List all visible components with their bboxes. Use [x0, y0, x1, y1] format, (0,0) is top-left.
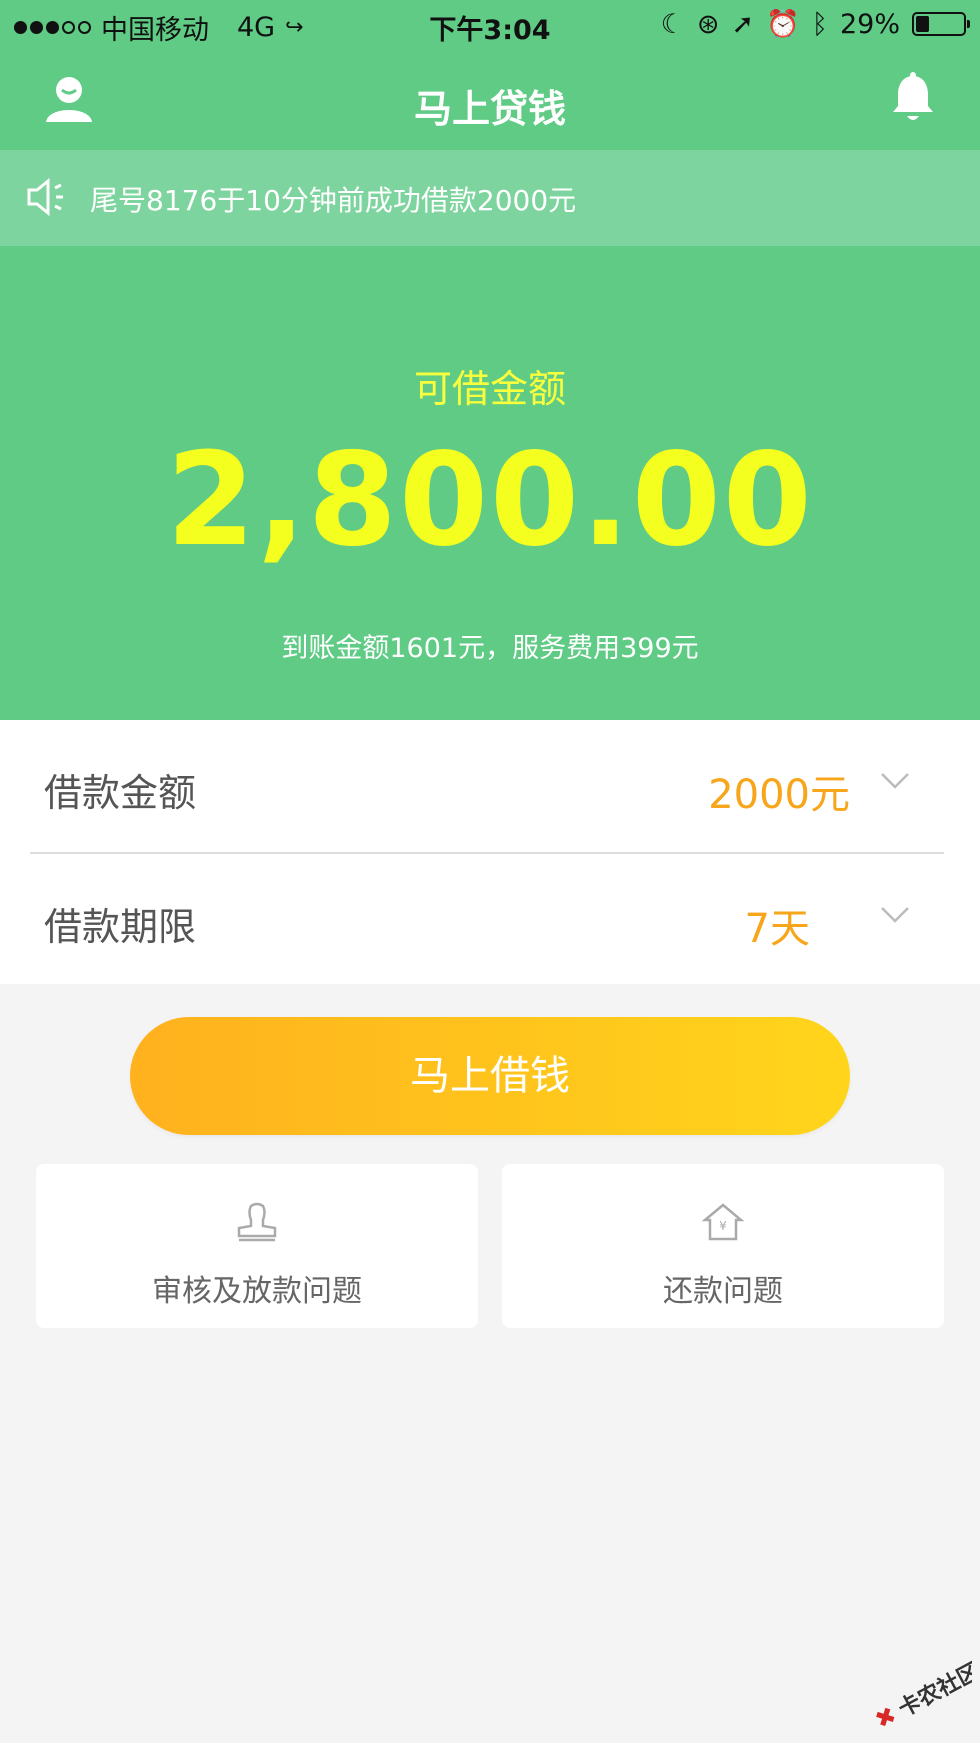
amount-breakdown: 到账金额1601元，服务费用399元	[281, 633, 699, 664]
watermark-text: 卡农社区	[894, 1658, 972, 1722]
available-amount-value: 2,800.00	[166, 426, 814, 575]
loan-term-selector[interactable]: 借款期限 7天	[0, 854, 980, 984]
house-yen-icon: ¥	[502, 1202, 944, 1246]
review-disbursement-card[interactable]: 审核及放款问题	[36, 1164, 478, 1328]
repayment-title: 还款问题	[663, 1274, 783, 1309]
available-amount-label: 可借金额	[413, 367, 566, 411]
notice-bar: 尾号8176于10分钟前成功借款2000元	[0, 150, 980, 246]
page-title: 马上贷钱	[413, 87, 566, 131]
review-disbursement-title: 审核及放款问题	[152, 1274, 362, 1309]
repayment-card[interactable]: ¥ 还款问题	[502, 1164, 944, 1328]
rotation-lock-icon: ⊛	[696, 8, 720, 40]
battery-icon	[912, 12, 970, 36]
alarm-icon: ⏰	[766, 9, 800, 40]
loan-term-value: 7天	[744, 906, 810, 952]
stamp-icon	[36, 1202, 478, 1246]
status-right: ☾ ⊛ ➚ ⏰ ᛒ 29%	[660, 8, 970, 40]
navbar: 马上贷钱	[0, 50, 980, 150]
borrow-now-button[interactable]: 马上借钱	[130, 1017, 850, 1135]
loan-term-label: 借款期限	[44, 905, 197, 949]
bluetooth-icon: ᛒ	[811, 8, 828, 40]
battery-fill	[916, 16, 930, 32]
watermark-logo: ✖ 卡农社区	[852, 1639, 980, 1735]
location-icon: ➚	[731, 8, 755, 40]
speaker-icon	[26, 176, 68, 222]
loan-amount-selector[interactable]: 借款金额 2000元	[0, 720, 980, 850]
battery-percent: 29%	[839, 8, 900, 40]
chevron-down-icon	[880, 906, 910, 928]
loan-summary: 可借金额 2,800.00 到账金额1601元，服务费用399元	[0, 246, 980, 720]
status-bar: 中国移动 4G ↪ 下午3:04 ☾ ⊛ ➚ ⏰ ᛒ 29%	[0, 0, 980, 50]
loan-amount-value: 2000元	[708, 772, 850, 818]
chevron-down-icon	[880, 772, 910, 794]
loan-amount-label: 借款金额	[44, 771, 197, 815]
bell-icon[interactable]	[890, 72, 936, 128]
notice-text: 尾号8176于10分钟前成功借款2000元	[90, 184, 577, 217]
moon-icon: ☾	[660, 8, 685, 40]
svg-text:¥: ¥	[719, 1219, 727, 1233]
loan-form: 借款金额 2000元 借款期限 7天	[0, 720, 980, 984]
